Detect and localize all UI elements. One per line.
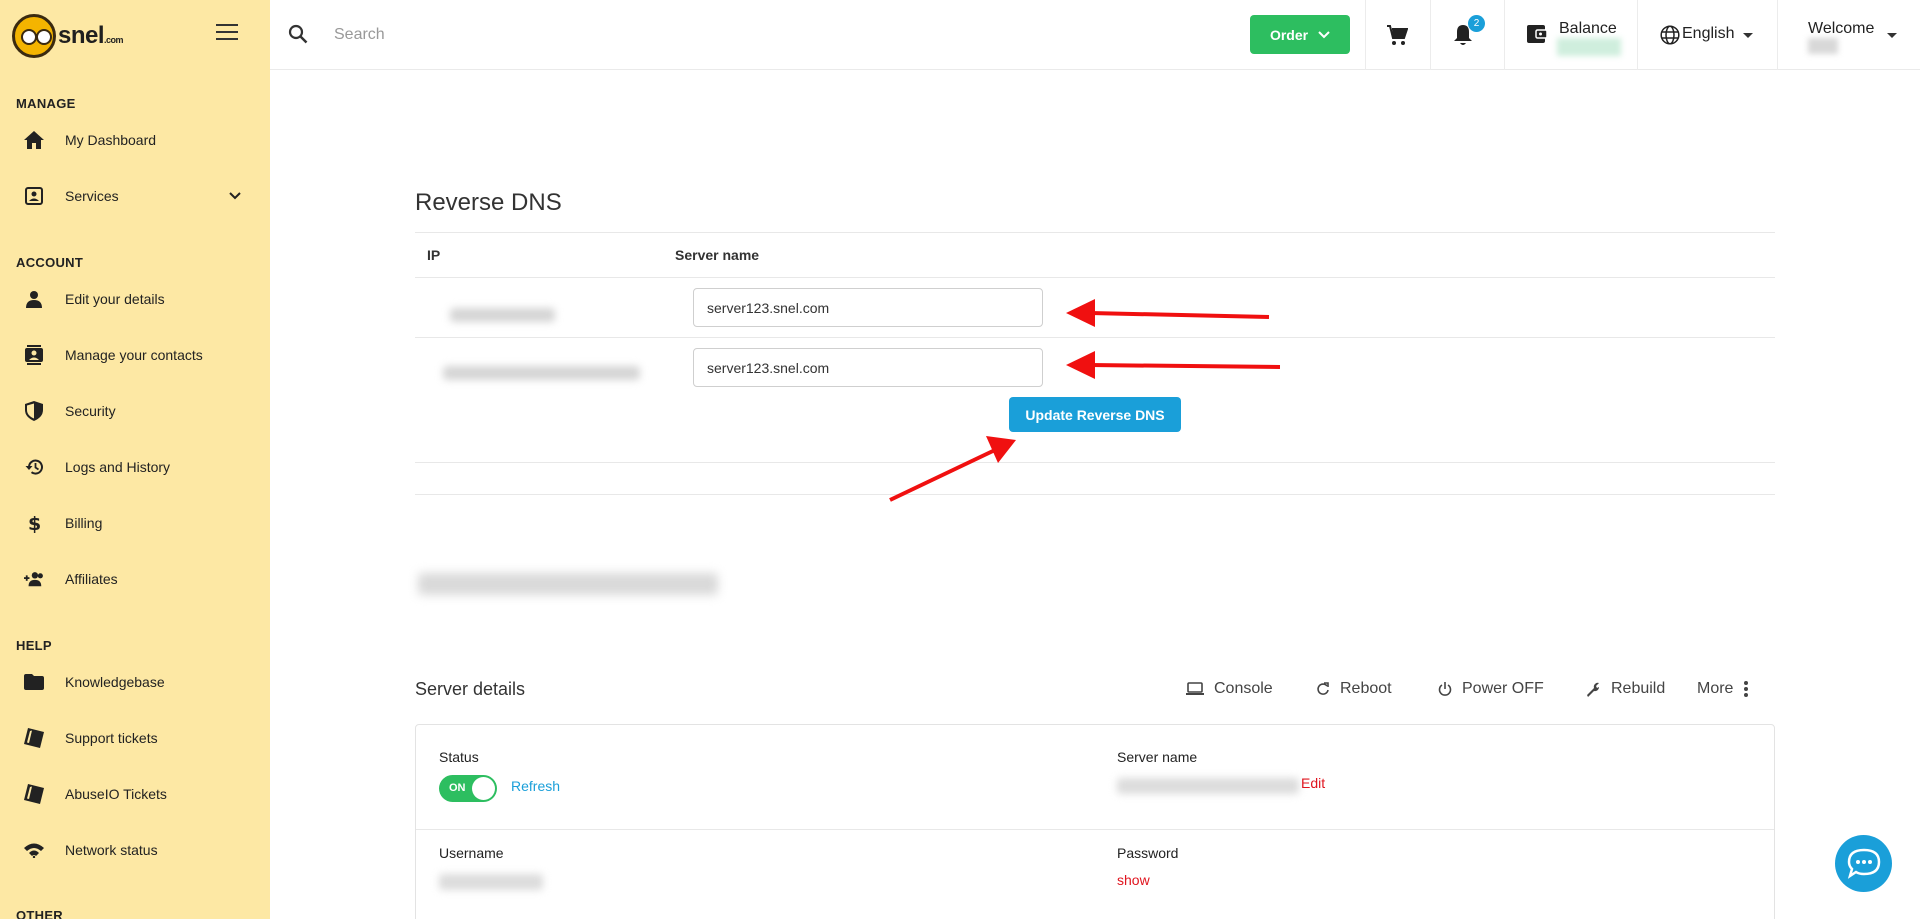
username-label: Username (439, 845, 504, 861)
server-name-redacted (1117, 778, 1299, 794)
console-button[interactable]: Console (1186, 680, 1273, 698)
power-off-label: Power OFF (1462, 680, 1544, 697)
refresh-link[interactable]: Refresh (511, 778, 560, 794)
power-status-toggle[interactable]: ON (439, 775, 497, 802)
power-off-button[interactable]: Power OFF (1438, 680, 1544, 698)
refresh-icon (1317, 682, 1329, 695)
divider (416, 829, 1774, 830)
more-button[interactable]: More (1697, 680, 1749, 698)
chat-button[interactable] (1835, 835, 1892, 892)
annotation-arrow (1066, 299, 1270, 327)
server-details-title: Server details (415, 679, 526, 699)
reboot-button[interactable]: Reboot (1316, 680, 1392, 698)
chat-bubble-icon (1847, 848, 1880, 879)
show-password-link[interactable]: show (1117, 872, 1150, 888)
more-vert-icon (1744, 681, 1749, 697)
server-hostname-redacted (418, 573, 718, 595)
power-icon (1438, 682, 1452, 696)
console-label: Console (1214, 680, 1273, 697)
more-label: More (1697, 680, 1734, 697)
wrench-icon (1587, 682, 1600, 697)
rebuild-button[interactable]: Rebuild (1585, 680, 1665, 698)
server-details-card: Status ON Refresh Server name Edit Usern… (415, 724, 1775, 919)
toggle-text: ON (449, 782, 466, 794)
annotation-arrow (1066, 351, 1281, 379)
toggle-knob (472, 777, 495, 800)
reboot-label: Reboot (1340, 680, 1392, 697)
laptop-icon (1186, 682, 1204, 695)
rebuild-label: Rebuild (1611, 680, 1666, 697)
edit-link[interactable]: Edit (1301, 775, 1325, 791)
status-label: Status (439, 749, 479, 765)
password-label: Password (1117, 845, 1179, 861)
server-name-label: Server name (1117, 749, 1198, 765)
annotation-arrow (889, 436, 1016, 502)
username-redacted (439, 874, 543, 890)
